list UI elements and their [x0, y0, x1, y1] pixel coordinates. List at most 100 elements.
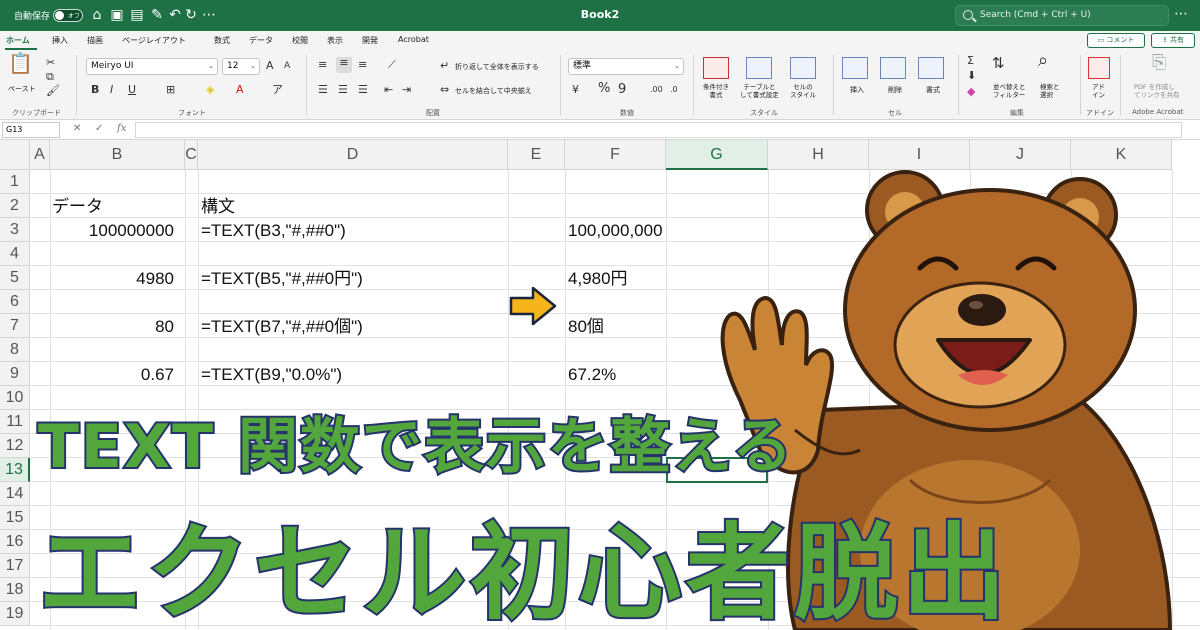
bold-icon[interactable]: B	[91, 84, 99, 96]
cell-f9[interactable]: 67.2%	[568, 363, 616, 387]
orientation-icon[interactable]: ⟋	[388, 59, 396, 71]
font-color-icon[interactable]: A	[236, 84, 244, 96]
decrease-indent-icon[interactable]: ⇤	[384, 84, 393, 96]
merge-center-button[interactable]: セルを結合して中央揃え	[455, 86, 532, 96]
sort-filter-button[interactable]: 並べ替えと フィルター	[993, 83, 1026, 99]
tab-formulas[interactable]: 数式	[214, 35, 230, 46]
increase-font-icon[interactable]: A	[266, 60, 274, 72]
column-header-a[interactable]: A	[30, 140, 50, 170]
row-header-13[interactable]: 13	[0, 458, 30, 482]
cell-d9[interactable]: =TEXT(B9,"0.0%")	[201, 363, 342, 387]
format-cells-icon[interactable]	[918, 57, 944, 79]
column-header-c[interactable]: C	[185, 140, 198, 170]
redo-icon[interactable]: ↻	[182, 6, 200, 24]
cell-f7[interactable]: 80個	[568, 315, 604, 339]
decrease-font-icon[interactable]: A	[284, 60, 290, 72]
row-header-9[interactable]: 9	[0, 362, 30, 386]
decrease-decimal-icon[interactable]: .0	[670, 84, 678, 96]
row-header-19[interactable]: 19	[0, 602, 30, 626]
clear-icon[interactable]: ◆	[967, 86, 975, 98]
tab-review[interactable]: 校閲	[292, 35, 308, 46]
cell-d3[interactable]: =TEXT(B3,"#,##0")	[201, 219, 346, 243]
select-all-corner[interactable]	[0, 140, 30, 170]
row-header-11[interactable]: 11	[0, 410, 30, 434]
row-header-2[interactable]: 2	[0, 194, 30, 218]
row-header-1[interactable]: 1	[0, 170, 30, 194]
row-header-14[interactable]: 14	[0, 482, 30, 506]
create-pdf-button[interactable]: PDF を作成し てリンクを共有	[1134, 83, 1180, 99]
conditional-format-button[interactable]: 条件付き 書式	[703, 83, 729, 99]
merge-center-icon[interactable]: ⇔	[440, 84, 449, 96]
align-bottom-icon[interactable]: ≡	[358, 59, 367, 71]
borders-icon[interactable]: ⊞	[166, 84, 175, 96]
row-header-15[interactable]: 15	[0, 506, 30, 530]
align-left-icon[interactable]: ☰	[318, 84, 328, 96]
cancel-icon[interactable]: ✕	[73, 123, 81, 134]
row-header-7[interactable]: 7	[0, 314, 30, 338]
cell-d5[interactable]: =TEXT(B5,"#,##0円")	[201, 267, 363, 291]
column-header-b[interactable]: B	[50, 140, 185, 170]
wrap-text-button[interactable]: 折り返して全体を表示する	[455, 62, 539, 72]
more-commands-icon[interactable]: ⋯	[200, 6, 218, 24]
format-as-table-icon[interactable]	[746, 57, 772, 79]
italic-icon[interactable]: I	[110, 84, 113, 96]
format-cells-button[interactable]: 書式	[926, 85, 940, 95]
align-middle-icon[interactable]: ≡	[336, 57, 352, 73]
insert-cells-icon[interactable]	[842, 57, 868, 79]
tab-developer[interactable]: 開発	[362, 35, 378, 46]
cell-d2[interactable]: 構文	[201, 195, 235, 219]
wrap-text-icon[interactable]: ↵	[440, 60, 449, 72]
row-header-5[interactable]: 5	[0, 266, 30, 290]
save-icon[interactable]: ▣	[108, 6, 126, 24]
tab-view[interactable]: 表示	[327, 35, 343, 46]
home-icon[interactable]: ⌂	[88, 6, 106, 24]
insert-cells-button[interactable]: 挿入	[850, 85, 864, 95]
cell-b3[interactable]: 100000000	[52, 219, 174, 243]
enter-icon[interactable]: ✓	[95, 123, 103, 134]
row-header-4[interactable]: 4	[0, 242, 30, 266]
tab-home[interactable]: ホーム	[6, 35, 30, 46]
row-header-8[interactable]: 8	[0, 338, 30, 362]
window-more-icon[interactable]: ⋯	[1174, 6, 1188, 22]
tab-draw[interactable]: 描画	[87, 35, 103, 46]
share-button[interactable]: ⇪ 共有	[1151, 33, 1195, 48]
number-format-select[interactable]: 標準 ⌄	[568, 58, 684, 75]
comment-button[interactable]: ▭ コメント	[1087, 33, 1145, 48]
sort-filter-icon[interactable]: ⇅	[992, 56, 1005, 71]
cell-b5[interactable]: 4980	[52, 267, 174, 291]
column-header-f[interactable]: F	[565, 140, 666, 170]
column-header-d[interactable]: D	[198, 140, 508, 170]
cut-icon[interactable]: ✂	[46, 57, 55, 69]
find-select-button[interactable]: 検索と 選択	[1040, 83, 1060, 99]
copy-icon[interactable]: ⧉	[46, 71, 54, 83]
tab-page-layout[interactable]: ページレイアウト	[122, 35, 186, 46]
font-name-select[interactable]: Meiryo UI ⌄	[86, 58, 218, 75]
cell-b9[interactable]: 0.67	[52, 363, 174, 387]
cell-d7[interactable]: =TEXT(B7,"#,##0個")	[201, 315, 363, 339]
acrobat-pdf-icon[interactable]: ⎘	[1152, 54, 1166, 72]
row-header-16[interactable]: 16	[0, 530, 30, 554]
format-painter-icon[interactable]: ✎	[148, 6, 166, 24]
row-header-10[interactable]: 10	[0, 386, 30, 410]
fill-icon[interactable]: ⬇	[967, 70, 976, 82]
currency-icon[interactable]: ¥	[572, 84, 579, 96]
autosum-icon[interactable]: Σ	[967, 55, 974, 67]
percent-icon[interactable]: %	[598, 82, 610, 95]
font-size-select[interactable]: 12 ⌄	[222, 58, 260, 75]
formula-input[interactable]	[135, 122, 1182, 138]
phonetic-icon[interactable]: ア	[272, 84, 283, 96]
cell-f3[interactable]: 100,000,000	[568, 219, 663, 243]
cell-styles-button[interactable]: セルの スタイル	[790, 83, 816, 99]
format-as-table-button[interactable]: テーブルと して書式設定	[740, 83, 779, 99]
format-painter-icon[interactable]: 🖌	[46, 85, 60, 97]
row-header-3[interactable]: 3	[0, 218, 30, 242]
row-header-12[interactable]: 12	[0, 434, 30, 458]
fill-color-icon[interactable]: ◈	[206, 84, 214, 96]
addins-button[interactable]: アド イン	[1092, 83, 1105, 99]
addins-icon[interactable]	[1088, 57, 1110, 79]
increase-decimal-icon[interactable]: .00	[650, 84, 663, 96]
underline-icon[interactable]: U	[128, 84, 136, 96]
align-top-icon[interactable]: ≡	[318, 59, 327, 71]
cell-b7[interactable]: 80	[52, 315, 174, 339]
search-box[interactable]: Search (Cmd + Ctrl + U)	[955, 5, 1169, 26]
